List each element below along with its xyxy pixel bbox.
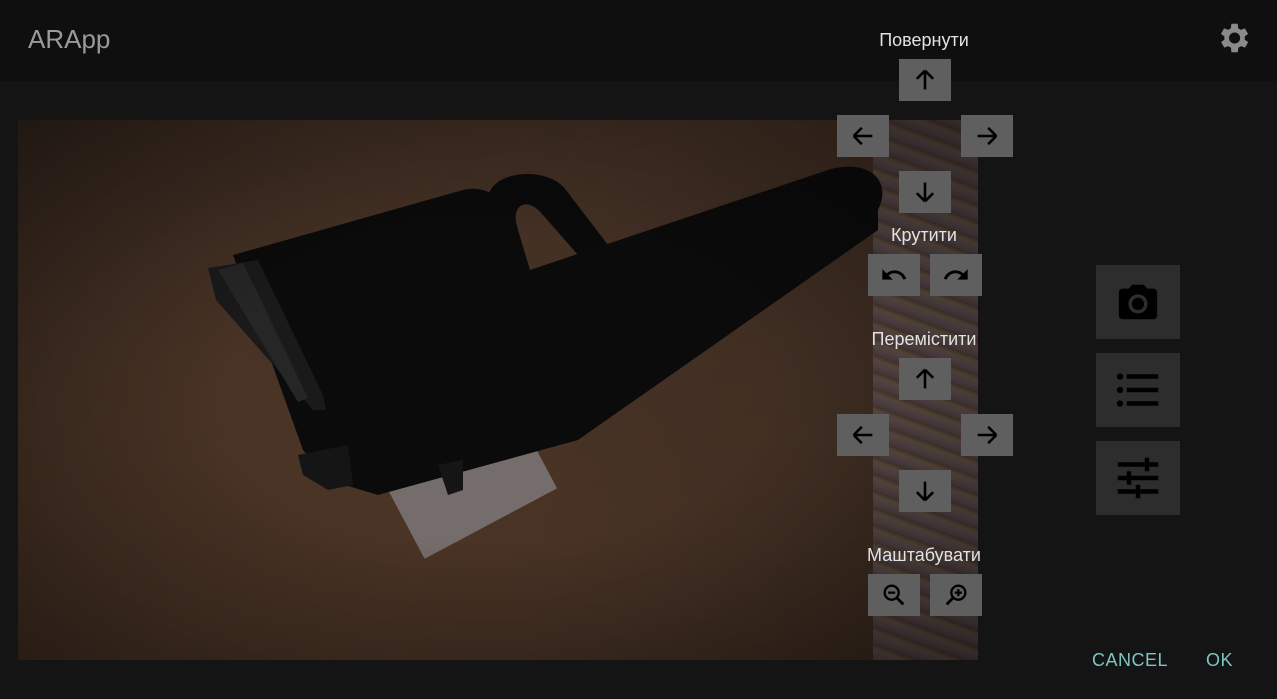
undo-icon — [882, 269, 907, 280]
move-right-button[interactable] — [961, 414, 1013, 456]
spin-left-button[interactable] — [868, 254, 920, 296]
ok-button[interactable]: OK — [1206, 650, 1233, 671]
move-label: Перемістити — [871, 329, 977, 349]
redo-icon — [943, 269, 968, 280]
move-left-button[interactable] — [837, 414, 889, 456]
spin-right-button[interactable] — [930, 254, 982, 296]
arrow-up-icon — [915, 69, 935, 90]
move-down-button[interactable] — [899, 470, 951, 512]
arrow-up-icon — [915, 368, 935, 389]
camera-icon — [1118, 284, 1158, 320]
rotate-right-button[interactable] — [961, 115, 1013, 157]
settings-button[interactable] — [1212, 17, 1254, 59]
arrow-down-icon — [915, 481, 935, 502]
arrow-right-icon — [977, 126, 998, 146]
adjustments-button[interactable] — [1096, 441, 1180, 515]
rotate-up-button[interactable] — [899, 59, 951, 101]
camera-button[interactable] — [1096, 265, 1180, 339]
cancel-button[interactable]: CANCEL — [1092, 650, 1168, 671]
spin-label: Крутити — [891, 225, 957, 245]
zoom-out-icon — [883, 584, 905, 606]
scale-label: Маштабувати — [867, 545, 981, 565]
list-button[interactable] — [1096, 353, 1180, 427]
arrow-left-icon — [852, 425, 873, 445]
arrow-down-icon — [915, 182, 935, 203]
camera-viewport[interactable] — [18, 120, 978, 660]
app-bar: ARApp — [0, 0, 1277, 81]
rotate-label: Повернути — [879, 30, 969, 50]
zoom-in-button[interactable] — [930, 574, 982, 616]
rotate-down-button[interactable] — [899, 171, 951, 213]
zoom-in-icon — [945, 584, 967, 606]
arrow-left-icon — [852, 126, 873, 146]
sliders-icon — [1117, 457, 1159, 499]
app-title: ARApp — [28, 24, 111, 54]
rotate-left-button[interactable] — [837, 115, 889, 157]
gear-icon — [1220, 23, 1249, 53]
move-up-button[interactable] — [899, 358, 951, 400]
arrow-right-icon — [977, 425, 998, 445]
list-icon — [1116, 373, 1159, 407]
viewport-vignette — [18, 120, 978, 660]
zoom-out-button[interactable] — [868, 574, 920, 616]
